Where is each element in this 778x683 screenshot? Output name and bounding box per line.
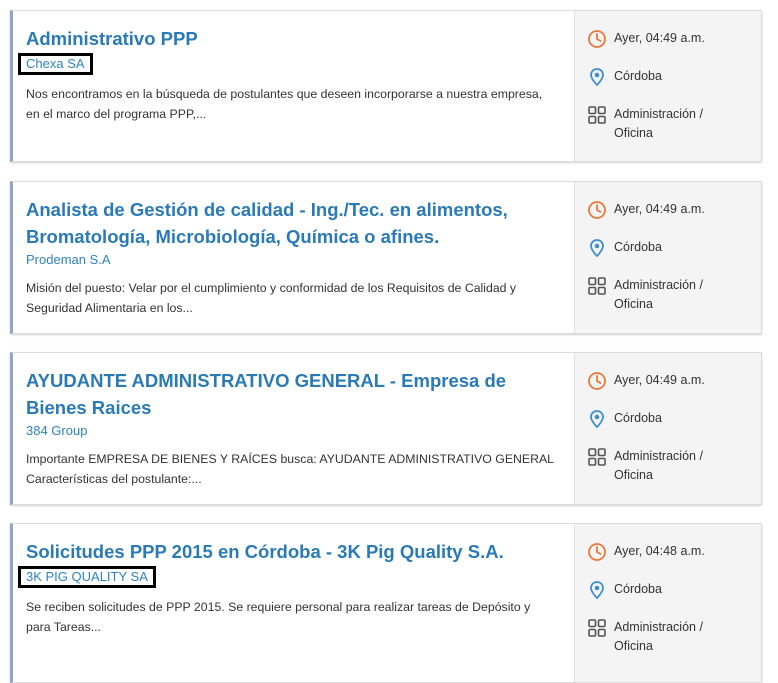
job-card[interactable]: Solicitudes PPP 2015 en Córdoba - 3K Pig…: [10, 523, 762, 683]
job-card-main: Analista de Gestión de calidad - Ing./Te…: [13, 182, 574, 333]
company-link[interactable]: Chexa SA: [18, 53, 93, 75]
job-category: Administración / Oficina: [587, 618, 703, 656]
clock-icon: [588, 30, 606, 48]
company-link[interactable]: 3K PIG QUALITY SA: [18, 566, 156, 588]
job-title-link[interactable]: AYUDANTE ADMINISTRATIVO GENERAL - Empres…: [26, 367, 554, 421]
job-location: Córdoba: [587, 409, 662, 429]
company-link[interactable]: 384 Group: [22, 422, 91, 440]
job-meta: Ayer, 04:48 a.m. Córdoba Administración …: [574, 524, 761, 682]
category-line-1: Administración /: [614, 620, 703, 634]
job-category-text: Administración / Oficina: [614, 447, 703, 485]
job-time: Ayer, 04:49 a.m.: [587, 29, 705, 49]
job-category-text: Administración / Oficina: [614, 618, 703, 656]
job-location-text: Córdoba: [614, 582, 662, 596]
location-pin-icon: [590, 239, 604, 258]
job-time-text: Ayer, 04:49 a.m.: [614, 373, 705, 387]
category-line-1: Administración /: [614, 449, 703, 463]
grid-category-icon: [588, 106, 606, 124]
job-category: Administración / Oficina: [587, 276, 703, 314]
job-card-main: Administrativo PPP Chexa SA Nos encontra…: [13, 11, 574, 161]
job-description: Se reciben solicitudes de PPP 2015. Se r…: [26, 600, 531, 634]
job-card[interactable]: Analista de Gestión de calidad - Ing./Te…: [10, 181, 762, 334]
job-time: Ayer, 04:49 a.m.: [587, 200, 705, 220]
category-line-2: Oficina: [614, 468, 653, 482]
location-pin-icon: [590, 68, 604, 87]
job-card[interactable]: Administrativo PPP Chexa SA Nos encontra…: [10, 10, 762, 162]
clock-icon: [588, 372, 606, 390]
category-line-2: Oficina: [614, 639, 653, 653]
grid-category-icon: [588, 619, 606, 637]
job-location: Córdoba: [587, 67, 662, 87]
job-meta: Ayer, 04:49 a.m. Córdoba Administración …: [574, 11, 761, 161]
grid-category-icon: [588, 277, 606, 295]
job-title-link[interactable]: Administrativo PPP: [26, 25, 554, 52]
job-time: Ayer, 04:48 a.m.: [587, 542, 705, 562]
company-link[interactable]: Prodeman S.A: [22, 251, 115, 269]
job-meta: Ayer, 04:49 a.m. Córdoba Administración …: [574, 353, 761, 504]
category-line-1: Administración /: [614, 107, 703, 121]
job-meta: Ayer, 04:49 a.m. Córdoba Administración …: [574, 182, 761, 333]
category-line-2: Oficina: [614, 297, 653, 311]
category-line-2: Oficina: [614, 126, 653, 140]
job-category: Administración / Oficina: [587, 447, 703, 485]
job-location: Córdoba: [587, 580, 662, 600]
clock-icon: [588, 543, 606, 561]
job-card-main: Solicitudes PPP 2015 en Córdoba - 3K Pig…: [13, 524, 574, 682]
job-time-text: Ayer, 04:49 a.m.: [614, 31, 705, 45]
job-description: Nos encontramos en la búsqueda de postul…: [26, 87, 543, 121]
job-category: Administración / Oficina: [587, 105, 703, 143]
clock-icon: [588, 201, 606, 219]
job-time-text: Ayer, 04:49 a.m.: [614, 202, 705, 216]
job-description: Misión del puesto: Velar por el cumplimi…: [26, 281, 517, 315]
job-category-text: Administración / Oficina: [614, 105, 703, 143]
job-location-text: Córdoba: [614, 69, 662, 83]
job-category-text: Administración / Oficina: [614, 276, 703, 314]
job-location: Córdoba: [587, 238, 662, 258]
job-title-link[interactable]: Analista de Gestión de calidad - Ing./Te…: [26, 196, 554, 250]
job-title-link[interactable]: Solicitudes PPP 2015 en Córdoba - 3K Pig…: [26, 538, 554, 565]
job-time: Ayer, 04:49 a.m.: [587, 371, 705, 391]
job-time-text: Ayer, 04:48 a.m.: [614, 544, 705, 558]
location-pin-icon: [590, 410, 604, 429]
job-card[interactable]: AYUDANTE ADMINISTRATIVO GENERAL - Empres…: [10, 352, 762, 505]
category-line-1: Administración /: [614, 278, 703, 292]
job-card-main: AYUDANTE ADMINISTRATIVO GENERAL - Empres…: [13, 353, 574, 504]
grid-category-icon: [588, 448, 606, 466]
job-location-text: Córdoba: [614, 411, 662, 425]
location-pin-icon: [590, 581, 604, 600]
job-location-text: Córdoba: [614, 240, 662, 254]
job-description: Importante EMPRESA DE BIENES Y RAÍCES bu…: [26, 452, 554, 486]
